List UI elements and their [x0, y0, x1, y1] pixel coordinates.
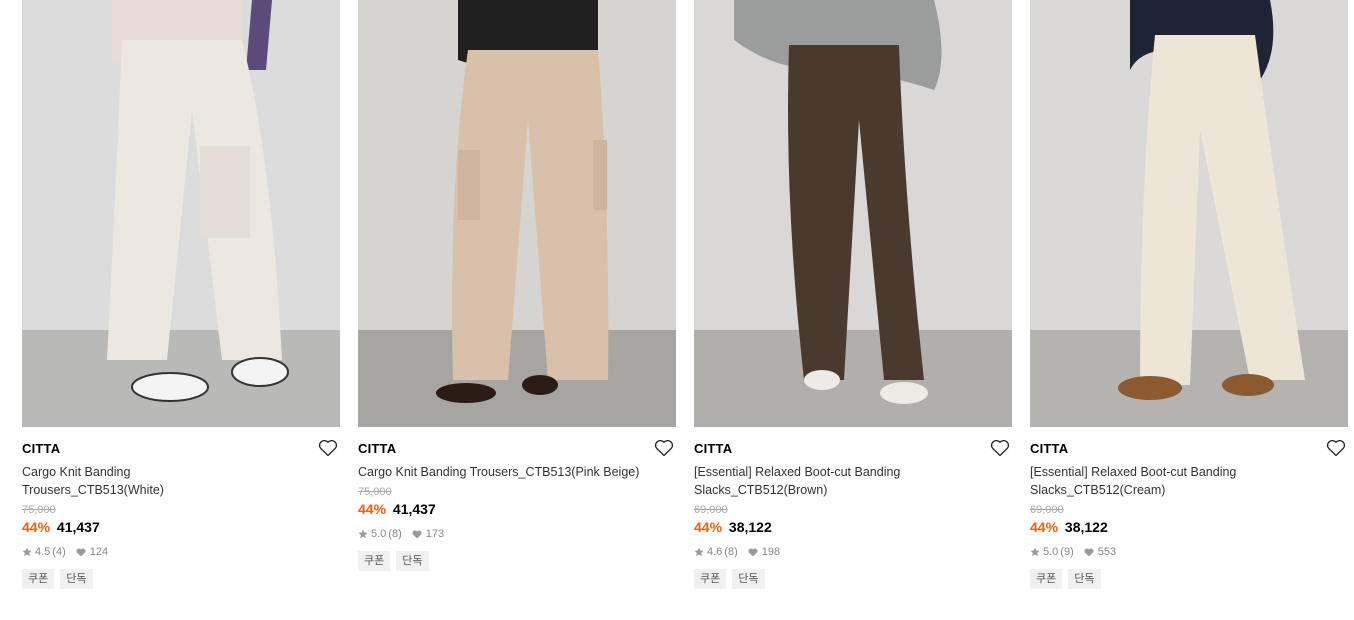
price-row: 44% 41,437 — [358, 500, 676, 518]
review-count: (8) — [388, 528, 402, 540]
product-card[interactable]: CITTA Cargo Knit Banding Trousers_CTB513… — [358, 0, 676, 571]
product-card[interactable]: CITTA Cargo Knit Banding Trousers_CTB513… — [22, 0, 340, 589]
exclusive-tag: 단독 — [1068, 569, 1101, 589]
coupon-tag: 쿠폰 — [694, 569, 727, 589]
tag-list: 쿠폰 단독 — [1030, 569, 1348, 589]
coupon-tag: 쿠폰 — [1030, 569, 1063, 589]
price-row: 44% 38,122 — [1030, 518, 1348, 536]
heart-filled-icon — [748, 545, 758, 559]
review-count: (8) — [724, 546, 738, 558]
heart-filled-icon — [76, 545, 86, 559]
like-count: 173 — [425, 528, 445, 540]
review-count: (9) — [1060, 546, 1074, 558]
product-image[interactable] — [358, 0, 676, 427]
heart-outline-icon[interactable] — [318, 439, 338, 457]
like-count: 198 — [761, 546, 781, 558]
product-name[interactable]: [Essential] Relaxed Boot-cut Banding Sla… — [1030, 463, 1270, 499]
review-meta: 5.0 (9) 553 — [1030, 545, 1348, 559]
original-price: 75,000 — [22, 504, 56, 516]
star-icon — [22, 545, 32, 559]
star-icon — [358, 527, 368, 541]
product-name[interactable]: Cargo Knit Banding Trousers_CTB513(White… — [22, 463, 262, 499]
brand-name[interactable]: CITTA — [358, 441, 676, 457]
heart-filled-icon — [1084, 545, 1094, 559]
product-image[interactable] — [1030, 0, 1348, 427]
heart-filled-icon — [412, 527, 422, 541]
tag-list: 쿠폰 단독 — [694, 569, 1012, 589]
review-meta: 4.5 (4) 124 — [22, 545, 340, 559]
discount-rate: 44% — [694, 519, 723, 535]
exclusive-tag: 단독 — [396, 551, 429, 571]
product-card[interactable]: CITTA [Essential] Relaxed Boot-cut Bandi… — [1030, 0, 1348, 589]
review-meta: 5.0 (8) 173 — [358, 527, 676, 541]
product-name[interactable]: [Essential] Relaxed Boot-cut Banding Sla… — [694, 463, 934, 499]
discount-rate: 44% — [358, 501, 387, 517]
product-image[interactable] — [22, 0, 340, 427]
price-row: 44% 41,437 — [22, 518, 340, 536]
brand-name[interactable]: CITTA — [1030, 441, 1348, 457]
rating-value: 4.6 — [707, 546, 723, 558]
like-count: 124 — [89, 546, 109, 558]
sale-price: 38,122 — [728, 519, 772, 535]
rating-value: 5.0 — [371, 528, 387, 540]
rating-value: 5.0 — [1043, 546, 1059, 558]
review-meta: 4.6 (8) 198 — [694, 545, 1012, 559]
sale-price: 41,437 — [392, 501, 436, 517]
discount-rate: 44% — [1030, 519, 1059, 535]
sale-price: 38,122 — [1064, 519, 1108, 535]
star-icon — [1030, 545, 1040, 559]
tag-list: 쿠폰 단독 — [358, 551, 676, 571]
brand-name[interactable]: CITTA — [694, 441, 1012, 457]
brand-name[interactable]: CITTA — [22, 441, 340, 457]
exclusive-tag: 단독 — [732, 569, 765, 589]
heart-outline-icon[interactable] — [1326, 439, 1346, 457]
price-row: 44% 38,122 — [694, 518, 1012, 536]
coupon-tag: 쿠폰 — [358, 551, 391, 571]
tag-list: 쿠폰 단독 — [22, 569, 340, 589]
coupon-tag: 쿠폰 — [22, 569, 55, 589]
product-image[interactable] — [694, 0, 1012, 427]
heart-outline-icon[interactable] — [654, 439, 674, 457]
rating-value: 4.5 — [35, 546, 51, 558]
sale-price: 41,437 — [56, 519, 100, 535]
original-price: 69,000 — [1030, 504, 1064, 516]
product-card[interactable]: CITTA [Essential] Relaxed Boot-cut Bandi… — [694, 0, 1012, 589]
review-count: (4) — [52, 546, 66, 558]
heart-outline-icon[interactable] — [990, 439, 1010, 457]
product-name[interactable]: Cargo Knit Banding Trousers_CTB513(Pink … — [358, 463, 658, 481]
original-price: 69,000 — [694, 504, 728, 516]
exclusive-tag: 단독 — [60, 569, 93, 589]
original-price: 75,000 — [358, 486, 392, 498]
like-count: 553 — [1097, 546, 1117, 558]
discount-rate: 44% — [22, 519, 51, 535]
star-icon — [694, 545, 704, 559]
